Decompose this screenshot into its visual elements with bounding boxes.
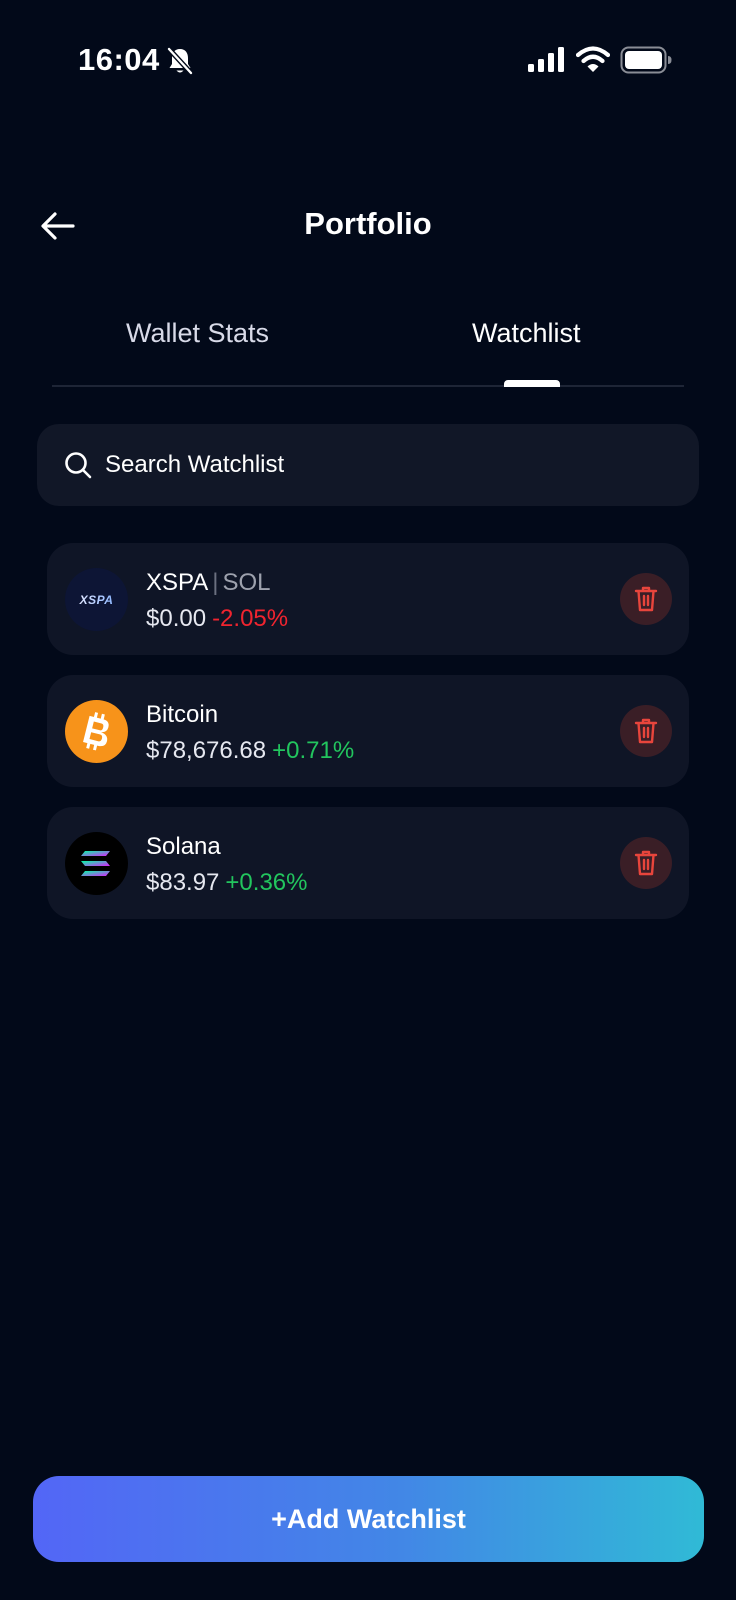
watchlist: XSPA XSPA | SOL $0.00 -2.05% Bitcoin $78… — [47, 543, 689, 939]
search-input[interactable] — [105, 451, 665, 479]
tab-watchlist[interactable]: Watchlist — [472, 318, 581, 349]
status-bar: 16:04 — [0, 0, 736, 120]
price-change: +0.71% — [272, 737, 355, 764]
asset-name: XSPA — [146, 569, 209, 596]
xspa-logo-icon: XSPA — [65, 568, 128, 631]
price-change: -2.05% — [212, 605, 289, 632]
solana-logo-icon — [65, 832, 128, 895]
asset-name: Solana — [146, 833, 221, 860]
asset-price: $78,676.68 — [146, 737, 267, 764]
search-bar[interactable] — [37, 424, 699, 506]
watchlist-item-bitcoin[interactable]: Bitcoin $78,676.68 +0.71% — [47, 675, 689, 787]
delete-button[interactable] — [620, 837, 672, 889]
asset-name-row: Bitcoin — [146, 701, 218, 729]
price-change: +0.36% — [225, 869, 308, 896]
asset-name-row: Solana — [146, 833, 221, 861]
watchlist-item-xspa[interactable]: XSPA XSPA | SOL $0.00 -2.05% — [47, 543, 689, 655]
active-tab-indicator — [504, 380, 560, 387]
cellular-signal-icon — [528, 47, 564, 72]
asset-chain: SOL — [222, 569, 271, 596]
watchlist-item-solana[interactable]: Solana $83.97 +0.36% — [47, 807, 689, 919]
asset-price: $83.97 — [146, 869, 220, 896]
add-watchlist-button[interactable]: +Add Watchlist — [33, 1476, 704, 1562]
asset-price-row: $83.97 +0.36% — [146, 869, 307, 897]
asset-name: Bitcoin — [146, 701, 219, 728]
bell-off-icon — [167, 47, 193, 75]
svg-text:XSPA: XSPA — [79, 593, 114, 607]
status-time: 16:04 — [78, 42, 160, 77]
tab-bar: Wallet Stats Watchlist — [52, 310, 684, 387]
asset-price: $0.00 — [146, 605, 207, 632]
asset-name-row: XSPA | SOL — [146, 569, 271, 596]
asset-price-row: $0.00 -2.05% — [146, 605, 288, 633]
page-title: Portfolio — [304, 206, 432, 241]
delete-button[interactable] — [620, 705, 672, 757]
trash-icon — [634, 718, 658, 744]
tab-wallet-stats[interactable]: Wallet Stats — [126, 318, 269, 349]
delete-button[interactable] — [620, 573, 672, 625]
wifi-icon — [576, 46, 610, 72]
battery-icon — [620, 46, 672, 74]
bitcoin-logo-icon — [65, 700, 128, 763]
trash-icon — [634, 850, 658, 876]
trash-icon — [634, 586, 658, 612]
asset-price-row: $78,676.68 +0.71% — [146, 737, 354, 765]
search-icon — [65, 452, 92, 479]
